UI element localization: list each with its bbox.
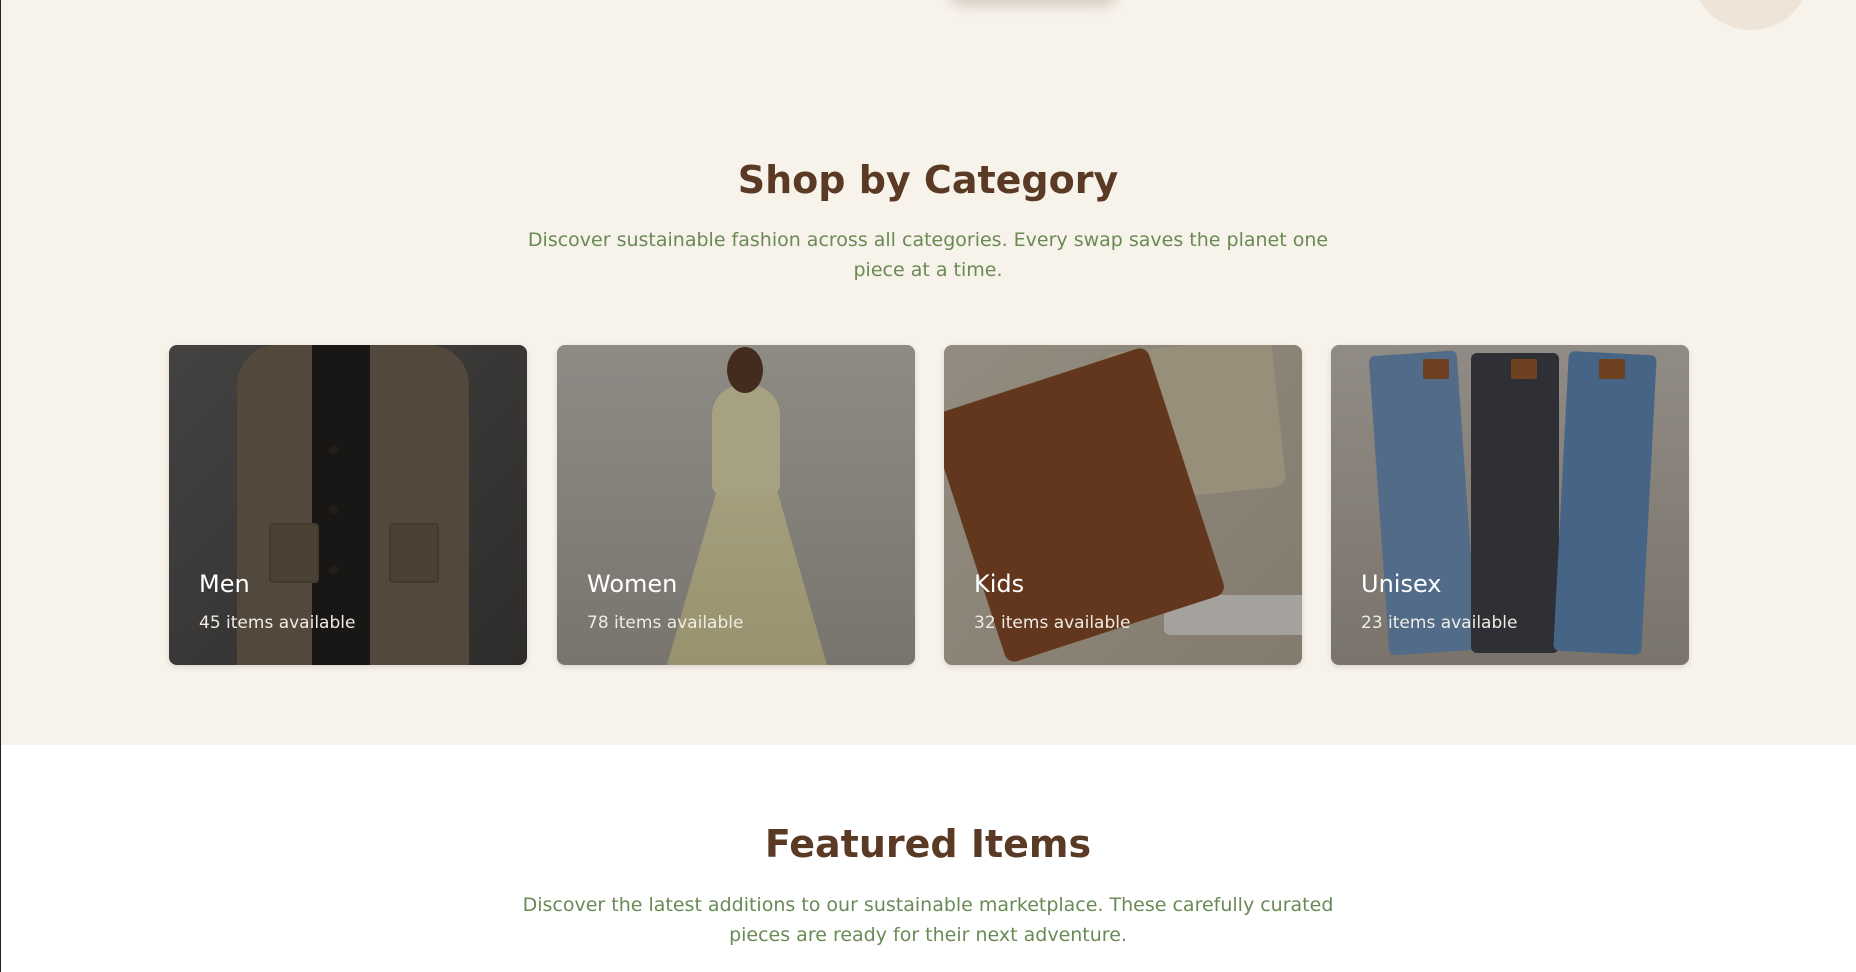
category-card-count: 78 items available bbox=[587, 613, 744, 633]
category-card-women[interactable]: Women 78 items available bbox=[557, 345, 915, 665]
category-section-title: Shop by Category bbox=[737, 158, 1119, 202]
corner-circle-decoration bbox=[1691, 0, 1811, 30]
category-section-description: Discover sustainable fashion across all … bbox=[527, 229, 1329, 281]
category-card-kids[interactable]: Kids 32 items available bbox=[944, 345, 1302, 665]
category-card-count: 32 items available bbox=[974, 613, 1131, 633]
page-left-border bbox=[0, 0, 1, 972]
featured-section-description: Discover the latest additions to our sus… bbox=[522, 894, 1334, 946]
featured-section-title: Featured Items bbox=[764, 822, 1092, 866]
category-cards: Men 45 items available Women 78 items av… bbox=[169, 345, 1689, 665]
category-card-count: 23 items available bbox=[1361, 613, 1518, 633]
category-card-unisex[interactable]: Unisex 23 items available bbox=[1331, 345, 1689, 665]
category-card-title: Kids bbox=[974, 570, 1025, 598]
category-card-men[interactable]: Men 45 items available bbox=[169, 345, 527, 665]
category-card-count: 45 items available bbox=[199, 613, 356, 633]
category-card-title: Men bbox=[199, 570, 250, 598]
category-card-title: Women bbox=[587, 570, 678, 598]
category-card-title: Unisex bbox=[1361, 570, 1442, 598]
